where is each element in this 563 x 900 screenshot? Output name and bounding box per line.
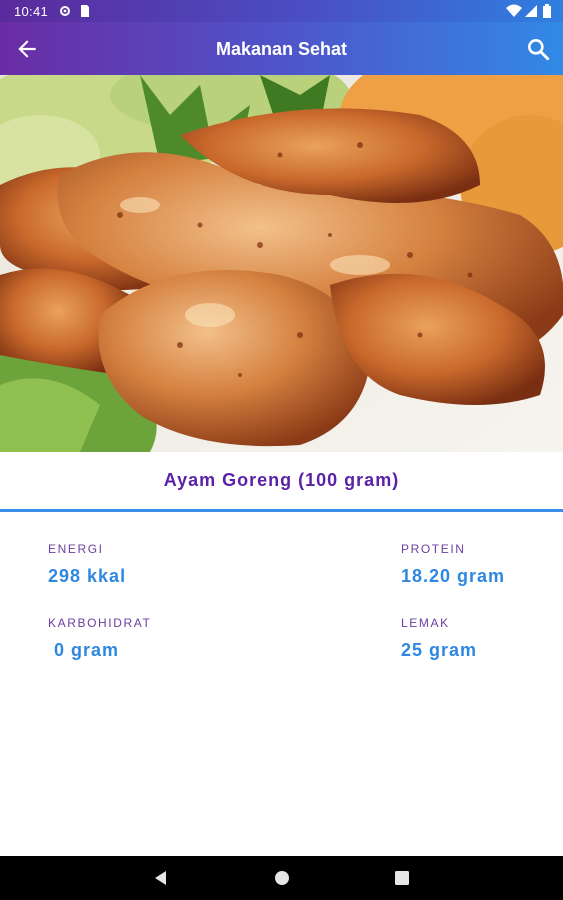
food-image xyxy=(0,75,563,452)
search-icon[interactable] xyxy=(525,36,551,62)
karbohidrat-value: 0 gram xyxy=(48,640,120,660)
home-circle-icon[interactable] xyxy=(272,868,292,888)
protein-label: PROTEIN xyxy=(401,542,466,556)
status-time: 10:41 xyxy=(14,4,49,19)
recents-square-icon[interactable] xyxy=(392,868,412,888)
gear-icon xyxy=(60,6,70,16)
app-bar: Makanan Sehat xyxy=(0,22,563,75)
back-triangle-icon[interactable] xyxy=(151,868,171,888)
battery-icon xyxy=(543,4,551,18)
status-bar: 10:41 xyxy=(0,0,563,22)
energi-value: 298 kkal xyxy=(48,566,127,586)
wifi-icon xyxy=(506,4,522,17)
protein-value: 18.20 gram xyxy=(401,566,506,586)
energi-label: ENERGI xyxy=(48,542,104,556)
page-title: Makanan Sehat xyxy=(215,39,348,59)
system-nav-bar xyxy=(0,856,563,900)
karbohidrat-label: KARBOHIDRAT xyxy=(48,616,152,630)
food-name: Ayam Goreng (100 gram) xyxy=(163,470,400,490)
lemak-label: LEMAK xyxy=(401,616,450,630)
signal-icon xyxy=(525,5,537,17)
lemak-value: 25 gram xyxy=(401,640,478,660)
divider xyxy=(0,509,563,512)
sim-icon xyxy=(81,5,89,17)
